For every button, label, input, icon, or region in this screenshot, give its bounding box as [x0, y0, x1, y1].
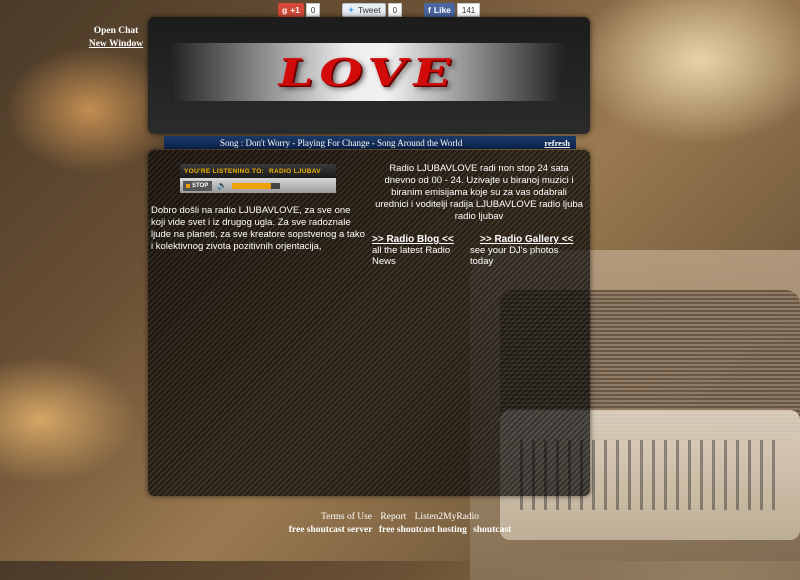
footer-links: Terms of Use Report Listen2MyRadio: [230, 511, 570, 524]
welcome-text: Dobro došli na radio LJUBAVLOVE, za sve …: [151, 205, 365, 252]
chat-links: Open Chat New Window: [86, 25, 146, 51]
facebook-icon: f: [428, 5, 431, 15]
volume-slider-fill: [232, 182, 271, 189]
facebook-like-count: 141: [456, 3, 481, 17]
facebook-like-button[interactable]: f Like: [424, 3, 455, 17]
stop-icon: [186, 183, 190, 188]
tweet-share[interactable]: ✦ Tweet 0: [342, 3, 403, 17]
facebook-like-label: Like: [433, 5, 451, 15]
volume-slider[interactable]: [232, 182, 281, 189]
logo-text: LOVE: [272, 49, 462, 95]
open-chat-link[interactable]: Open Chat: [86, 25, 146, 38]
player-station-name: RADIO LJUBAV: [269, 167, 321, 175]
shoutcast-link[interactable]: shoutcast: [473, 525, 511, 535]
speaker-icon[interactable]: 🔈: [217, 181, 227, 190]
share-bar: g +1 0 ✦ Tweet 0 f Like 141: [278, 3, 481, 17]
player-status: YOU'RE LISTENING TO: RADIO LJUBAV: [180, 164, 336, 178]
header-panel: LOVE: [148, 17, 590, 134]
footer-shoutcast-links: free shoutcast server free shoutcast hos…: [230, 524, 570, 537]
site-logo: LOVE: [170, 43, 564, 101]
main-content-panel: YOU'RE LISTENING TO: RADIO LJUBAV STOP 🔈…: [148, 150, 590, 496]
tweet-button[interactable]: ✦ Tweet: [342, 3, 386, 17]
radio-gallery-section: >> Radio Gallery << see your DJ's photos…: [470, 234, 582, 267]
gplus-label: +1: [290, 5, 300, 15]
gplus-icon: g: [282, 5, 288, 15]
tweet-count: 0: [387, 3, 403, 17]
free-shoutcast-hosting-link[interactable]: free shoutcast hosting: [379, 525, 467, 535]
radio-blog-description: all the latest Radio News: [372, 245, 451, 267]
player-controls: STOP 🔈: [180, 178, 336, 193]
radio-gallery-link[interactable]: >> Radio Gallery <<: [470, 234, 582, 245]
about-text: Radio LJUBAVLOVE radi non stop 24 sata d…: [375, 163, 583, 222]
stop-button[interactable]: STOP: [183, 180, 213, 191]
report-link[interactable]: Report: [380, 512, 406, 522]
now-playing-bar: Song : Don't Worry - Playing For Change …: [164, 136, 576, 149]
terms-of-use-link[interactable]: Terms of Use: [321, 512, 372, 522]
player-listening-label: YOU'RE LISTENING TO:: [184, 167, 265, 175]
facebook-like-share[interactable]: f Like 141: [424, 3, 481, 17]
radio-player: YOU'RE LISTENING TO: RADIO LJUBAV STOP 🔈: [180, 164, 336, 194]
new-window-link[interactable]: New Window: [86, 38, 146, 51]
free-shoutcast-server-link[interactable]: free shoutcast server: [289, 525, 373, 535]
gplus-count: 0: [305, 3, 321, 17]
radio-blog-link[interactable]: >> Radio Blog <<: [372, 234, 472, 245]
radio-gallery-description: see your DJ's photos today: [470, 245, 559, 267]
gplus-share[interactable]: g +1 0: [278, 3, 321, 17]
refresh-link[interactable]: refresh: [544, 138, 570, 148]
listen2myradio-link[interactable]: Listen2MyRadio: [415, 512, 479, 522]
radio-blog-section: >> Radio Blog << all the latest Radio Ne…: [372, 234, 472, 267]
gplus-button[interactable]: g +1: [278, 3, 304, 17]
tweet-label: Tweet: [357, 5, 381, 15]
stop-label: STOP: [192, 182, 209, 189]
twitter-bird-icon: ✦: [347, 4, 355, 15]
footer: Terms of Use Report Listen2MyRadio free …: [230, 511, 570, 537]
now-playing-song: Song : Don't Worry - Playing For Change …: [220, 137, 463, 148]
